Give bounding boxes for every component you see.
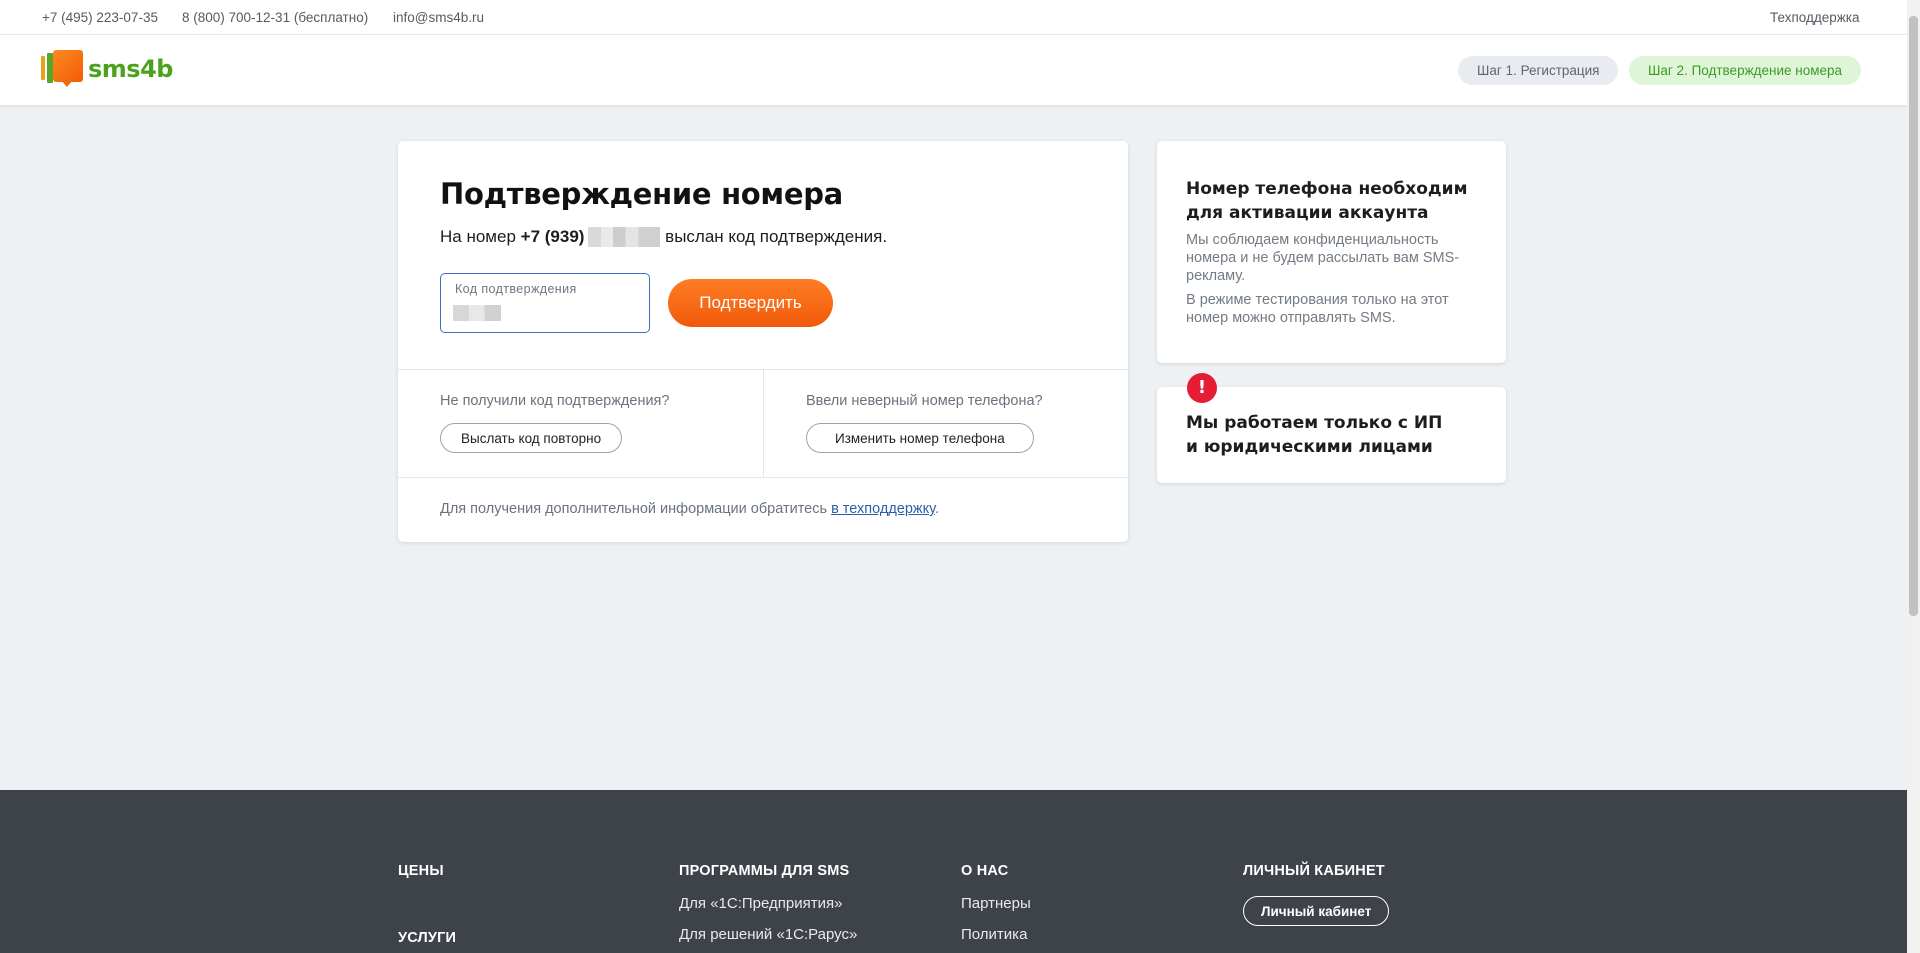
- step-registration[interactable]: Шаг 1. Регистрация: [1458, 56, 1619, 85]
- footer-link-partners[interactable]: Партнеры: [961, 895, 1031, 912]
- privacy-note: Мы соблюдаем конфиденциальность номера и…: [1186, 232, 1460, 284]
- legal-entities-title: Мы работаем только с ИП и юридическими л…: [1186, 411, 1442, 459]
- code-input-masked-value: [453, 305, 501, 321]
- change-number-button[interactable]: Изменить номер телефона: [806, 423, 1034, 453]
- support-info: Для получения дополнительной информации …: [440, 501, 939, 517]
- footer-link-policy[interactable]: Политика: [961, 926, 1027, 943]
- phone-free-link[interactable]: 8 (800) 700-12-31 (бесплатно): [182, 10, 368, 25]
- footer-prices-link[interactable]: ЦЕНЫ: [398, 863, 444, 879]
- legal-entities-line2: и юридическими лицами: [1186, 437, 1433, 457]
- phone-moscow-link[interactable]: +7 (495) 223-07-35: [42, 10, 158, 25]
- code-input-label: Код подтверждения: [455, 282, 577, 296]
- legal-entities-card: Мы работаем только с ИП и юридическими л…: [1157, 387, 1506, 483]
- support-link-inline[interactable]: в техподдержку: [831, 501, 935, 517]
- top-contact-bar: +7 (495) 223-07-35 8 (800) 700-12-31 (бе…: [0, 0, 1907, 35]
- phone-info-title-line2: для активации аккаунта: [1186, 203, 1429, 223]
- phone-info-card: Номер телефона необходим для активации а…: [1157, 141, 1506, 363]
- testing-note: В режиме тестирования только на этот ном…: [1186, 292, 1449, 326]
- code-input[interactable]: Код подтверждения: [440, 273, 650, 333]
- phone-info-title: Номер телефона необходим для активации а…: [1186, 177, 1467, 225]
- footer-account-button[interactable]: Личный кабинет: [1243, 896, 1390, 926]
- support-info-end: .: [934, 501, 939, 517]
- divider: [398, 477, 1128, 478]
- footer-services-link[interactable]: УСЛУГИ: [398, 930, 456, 946]
- email-link[interactable]: info@sms4b.ru: [393, 10, 484, 25]
- sent-message: На номер +7 (939) выслан код подтвержден…: [440, 227, 887, 247]
- alert-icon: !: [1187, 373, 1217, 403]
- page-scrollbar[interactable]: [1907, 0, 1920, 953]
- support-info-text: Для получения дополнительной информации …: [440, 501, 828, 517]
- no-code-question: Не получили код подтверждения?: [440, 393, 670, 409]
- divider-vertical: [763, 369, 764, 477]
- resend-code-button[interactable]: Выслать код повторно: [440, 423, 623, 453]
- wrong-number-question: Ввели неверный номер телефона?: [806, 393, 1043, 409]
- logo-text: sms4b: [88, 55, 173, 83]
- logo-icon: [41, 49, 85, 89]
- footer-link-1c-enterprise[interactable]: Для «1С:Предприятия»: [679, 895, 842, 912]
- confirmation-card: Подтверждение номера На номер +7 (939) в…: [398, 141, 1128, 542]
- support-link[interactable]: Техподдержка: [1770, 10, 1859, 25]
- footer-account-title: ЛИЧНЫЙ КАБИНЕТ: [1243, 863, 1385, 879]
- sent-suffix: выслан код подтверждения.: [665, 227, 888, 246]
- scrollbar-thumb[interactable]: [1909, 16, 1918, 616]
- site-header: sms4b Шаг 1. Регистрация Шаг 2. Подтверж…: [0, 35, 1907, 105]
- footer-link-1c-rarus[interactable]: Для решений «1С:Рарус»: [679, 926, 857, 943]
- phone-prefix: +7 (939): [520, 227, 585, 246]
- sent-prefix: На номер: [440, 227, 516, 246]
- masked-phone: [588, 227, 661, 247]
- step-phone-confirmation: Шаг 2. Подтверждение номера: [1629, 56, 1862, 85]
- logo[interactable]: sms4b: [41, 49, 173, 89]
- confirm-button[interactable]: Подтвердить: [668, 279, 833, 327]
- page-title: Подтверждение номера: [440, 177, 843, 211]
- legal-entities-line1: Мы работаем только с ИП: [1186, 413, 1443, 433]
- footer-about-title: О НАС: [961, 863, 1009, 879]
- footer: [0, 790, 1907, 953]
- phone-info-title-line1: Номер телефона необходим: [1186, 179, 1468, 199]
- footer-sms-programs-title: ПРОГРАММЫ ДЛЯ SMS: [679, 863, 850, 879]
